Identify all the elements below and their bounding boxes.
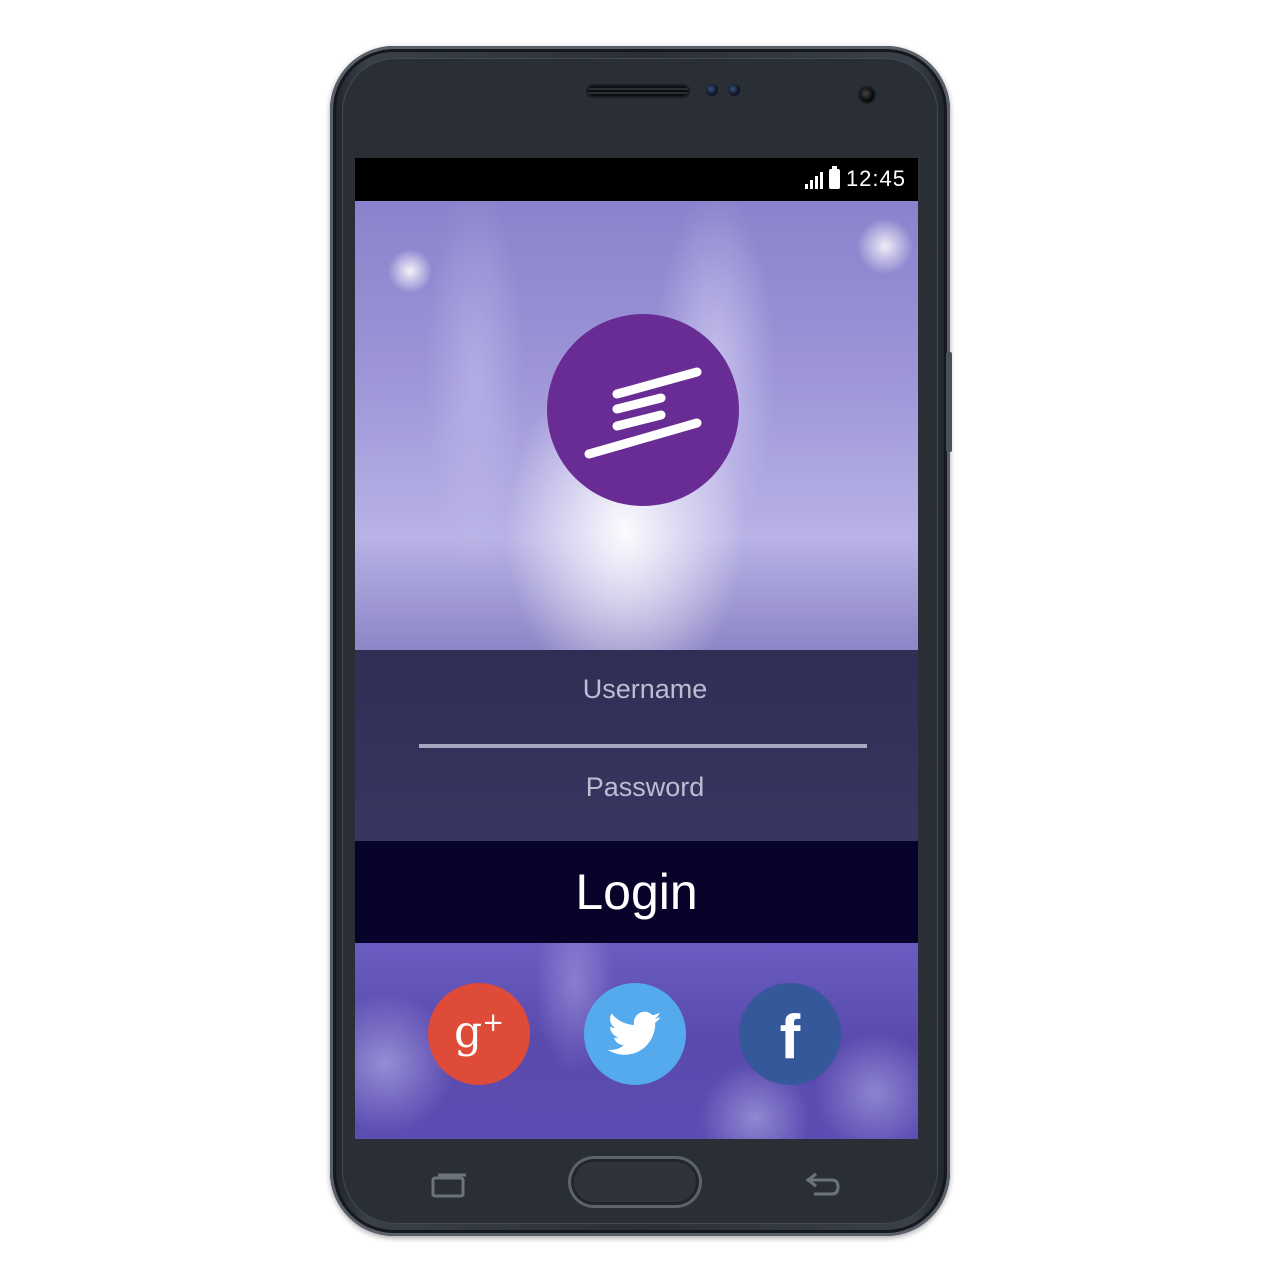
home-button[interactable] [568, 1156, 702, 1208]
login-button[interactable]: Login [355, 841, 918, 943]
username-input[interactable] [419, 658, 871, 720]
social-login-area: g+ f [355, 943, 918, 1139]
google-plus-button[interactable]: g+ [428, 983, 530, 1085]
earpiece-speaker [588, 86, 688, 96]
recent-apps-icon[interactable] [430, 1172, 470, 1200]
status-bar: 12:45 [355, 158, 918, 201]
google-plus-icon: g+ [454, 1006, 504, 1058]
concert-hero-background [355, 201, 918, 650]
app-logo-icon [547, 314, 739, 506]
password-input[interactable] [419, 756, 871, 818]
light-sensor [728, 84, 740, 96]
logo-mark [584, 367, 702, 459]
phone-screen: 12:45 Login g+ [355, 158, 918, 1139]
back-icon[interactable] [802, 1170, 842, 1200]
facebook-icon: f [779, 1003, 801, 1072]
facebook-button[interactable]: f [739, 983, 841, 1085]
front-camera [860, 88, 874, 102]
twitter-bird-icon [608, 1011, 662, 1055]
status-time: 12:45 [845, 166, 906, 191]
power-button [946, 352, 952, 452]
battery-icon [828, 166, 840, 189]
login-form [355, 650, 918, 841]
proximity-sensor [706, 84, 718, 96]
status-indicators: 12:45 [804, 166, 906, 192]
field-divider [419, 744, 867, 748]
twitter-button[interactable] [584, 983, 686, 1085]
signal-bars-icon [804, 169, 823, 189]
